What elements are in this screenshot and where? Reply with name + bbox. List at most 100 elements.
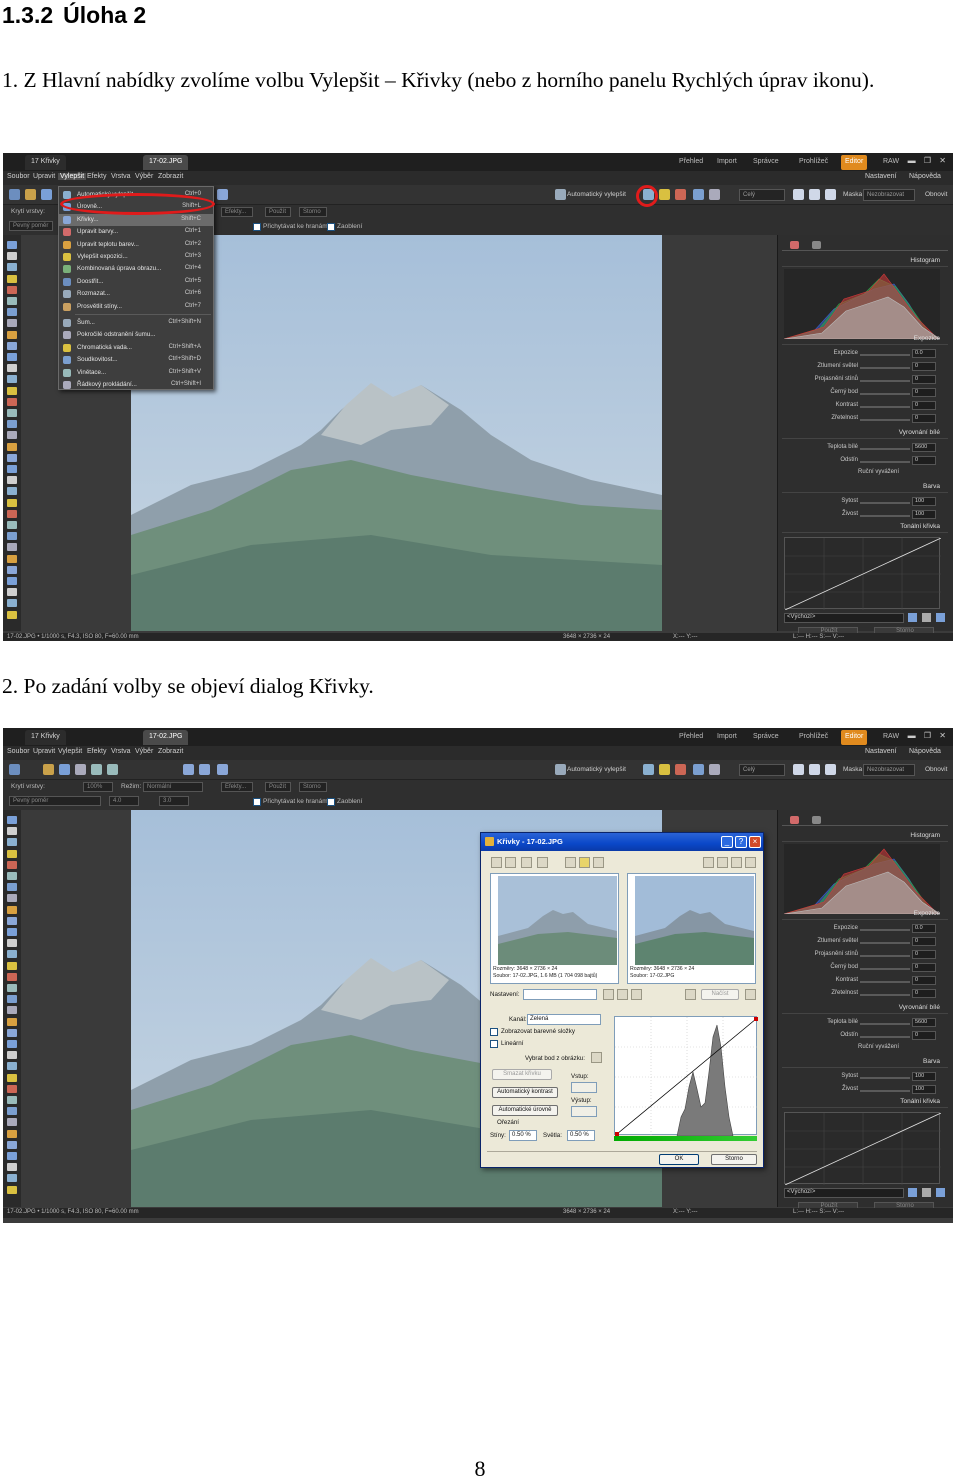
paste-icon[interactable] xyxy=(107,764,118,775)
mode-tab-manager[interactable]: Správce xyxy=(749,155,783,170)
menu-select[interactable]: Výběr xyxy=(135,173,153,180)
menu-item-enhance-9[interactable]: Prosvětlit stíny... Ctrl+7 xyxy=(59,301,213,313)
cancel-box[interactable]: Storno xyxy=(299,782,327,792)
menu-view[interactable]: Zobrazit xyxy=(158,173,183,180)
exposure-value[interactable]: 0 xyxy=(912,375,936,384)
exposure-header[interactable]: Expozice xyxy=(782,910,948,920)
opacity-box[interactable]: 100% xyxy=(83,782,113,792)
exposure-slider[interactable] xyxy=(860,406,910,408)
tool-icon[interactable] xyxy=(7,532,17,541)
tool-icon[interactable] xyxy=(7,565,17,574)
tool-icon[interactable] xyxy=(7,972,17,981)
tool-icon[interactable] xyxy=(7,1174,17,1183)
exposure-slider[interactable] xyxy=(860,393,910,395)
color-value[interactable]: 100 xyxy=(912,510,936,519)
curves-quick-icon[interactable] xyxy=(643,764,654,775)
color-value[interactable]: 100 xyxy=(912,1085,936,1094)
delete-preset-icon[interactable] xyxy=(922,613,931,622)
tool-icon[interactable] xyxy=(7,263,17,272)
exposure-value[interactable]: 0 xyxy=(912,976,936,985)
layout-1-icon[interactable] xyxy=(703,857,714,868)
menu-item-enhance-8[interactable]: Rozmazat... Ctrl+6 xyxy=(59,288,213,300)
full-icon[interactable] xyxy=(809,189,820,200)
panel-tab-info-icon[interactable] xyxy=(812,816,821,824)
view-icon[interactable] xyxy=(217,189,228,200)
menu-edit[interactable]: Upravit xyxy=(33,748,55,755)
mode-tab-import[interactable]: Import xyxy=(713,730,741,745)
save-icon[interactable] xyxy=(59,764,70,775)
exposure-slider[interactable] xyxy=(860,419,910,421)
full-icon[interactable] xyxy=(809,764,820,775)
exposure-value[interactable]: 0 xyxy=(912,414,936,423)
color-value[interactable]: 100 xyxy=(912,1072,936,1081)
tool-icon[interactable] xyxy=(7,431,17,440)
tool-icon[interactable] xyxy=(7,487,17,496)
manual-wb-button[interactable]: Ruční vyvážení xyxy=(858,1044,899,1050)
exposure-value[interactable]: 0 xyxy=(912,963,936,972)
tool-icon[interactable] xyxy=(7,274,17,283)
auto-enhance-label[interactable]: Automatický vylepšit xyxy=(567,191,626,198)
menu-effects[interactable]: Efekty xyxy=(87,748,106,755)
menu-item-enhance-2[interactable]: Křivky... Shift+C xyxy=(59,213,213,226)
white-balance-slider[interactable] xyxy=(860,1023,910,1025)
save-icon[interactable] xyxy=(41,189,52,200)
mode-tab-manager[interactable]: Správce xyxy=(749,730,783,745)
preset-select[interactable]: <Výchozí> xyxy=(784,1188,904,1198)
close-icon[interactable]: × xyxy=(749,836,761,848)
help-icon[interactable]: ? xyxy=(735,836,747,848)
tool-icon[interactable] xyxy=(7,1017,17,1026)
color-header[interactable]: Barva xyxy=(782,1058,948,1068)
delete-preset-icon[interactable] xyxy=(617,989,628,1000)
menu-effects[interactable]: Efekty xyxy=(87,173,106,180)
tool-icon[interactable] xyxy=(7,816,17,824)
tool-icon[interactable] xyxy=(7,995,17,1004)
tool-icon[interactable] xyxy=(7,984,17,992)
fit-icon[interactable] xyxy=(793,764,804,775)
color-icon[interactable] xyxy=(675,764,686,775)
refresh-button[interactable]: Obnovit xyxy=(925,191,947,198)
manual-wb-button[interactable]: Ruční vyvážení xyxy=(858,469,899,475)
settings-link[interactable]: Nastavení xyxy=(865,748,897,755)
tool-icon[interactable] xyxy=(7,241,17,249)
exposure-slider[interactable] xyxy=(860,380,910,382)
image-icon[interactable] xyxy=(693,189,704,200)
tool-icon[interactable] xyxy=(7,353,17,361)
mode-tab-import[interactable]: Import xyxy=(713,155,741,170)
save-preset-icon[interactable] xyxy=(908,1188,917,1197)
exposure-value[interactable]: 0 xyxy=(912,388,936,397)
auto-enhance-icon[interactable] xyxy=(555,764,566,775)
zoom-in-icon[interactable] xyxy=(491,857,502,868)
tool-icon[interactable] xyxy=(7,599,17,608)
tool-icon[interactable] xyxy=(7,894,17,903)
hand-icon[interactable] xyxy=(565,857,576,868)
white-balance-value[interactable]: 0 xyxy=(912,456,936,465)
white-balance-header[interactable]: Vyrovnání bílé xyxy=(782,429,948,439)
load-button[interactable]: Načíst xyxy=(701,989,739,1000)
tool-icon[interactable] xyxy=(7,297,17,305)
layout-4-icon[interactable] xyxy=(745,857,756,868)
view3-icon[interactable] xyxy=(217,764,228,775)
zoom-select[interactable]: Celý xyxy=(739,189,785,201)
menu-item-enhance-10[interactable]: Šum... Ctrl+Shift+N xyxy=(59,317,213,329)
menu-item-enhance-5[interactable]: Vylepšit expozici... Ctrl+3 xyxy=(59,251,213,263)
exposure-slider[interactable] xyxy=(860,955,910,957)
menu-layer[interactable]: Vrstva xyxy=(111,173,131,180)
tool-icon[interactable] xyxy=(7,827,17,836)
options-icon[interactable] xyxy=(745,989,756,1000)
menu-item-enhance-7[interactable]: Doostřit... Ctrl+5 xyxy=(59,276,213,288)
tool-icon[interactable] xyxy=(7,577,17,585)
auto-enhance-icon[interactable] xyxy=(555,189,566,200)
ratio-width[interactable]: 4.0 xyxy=(109,796,139,806)
tool-icon[interactable] xyxy=(7,409,17,417)
show-channels-checkbox[interactable] xyxy=(490,1028,498,1036)
color-pick-icon[interactable] xyxy=(593,857,604,868)
eyedropper-icon[interactable] xyxy=(591,1052,602,1063)
view-icon[interactable] xyxy=(183,764,194,775)
tool-icon[interactable] xyxy=(7,588,17,597)
exposure-value[interactable]: 0 xyxy=(912,950,936,959)
tool-icon[interactable] xyxy=(7,849,17,858)
save-preset-icon[interactable] xyxy=(908,613,917,622)
preset-select[interactable]: <Výchozí> xyxy=(784,613,904,623)
menu-item-enhance-15[interactable]: Řádkový prokládání... Ctrl+Shift+I xyxy=(59,379,213,391)
help-link[interactable]: Nápověda xyxy=(909,748,941,755)
